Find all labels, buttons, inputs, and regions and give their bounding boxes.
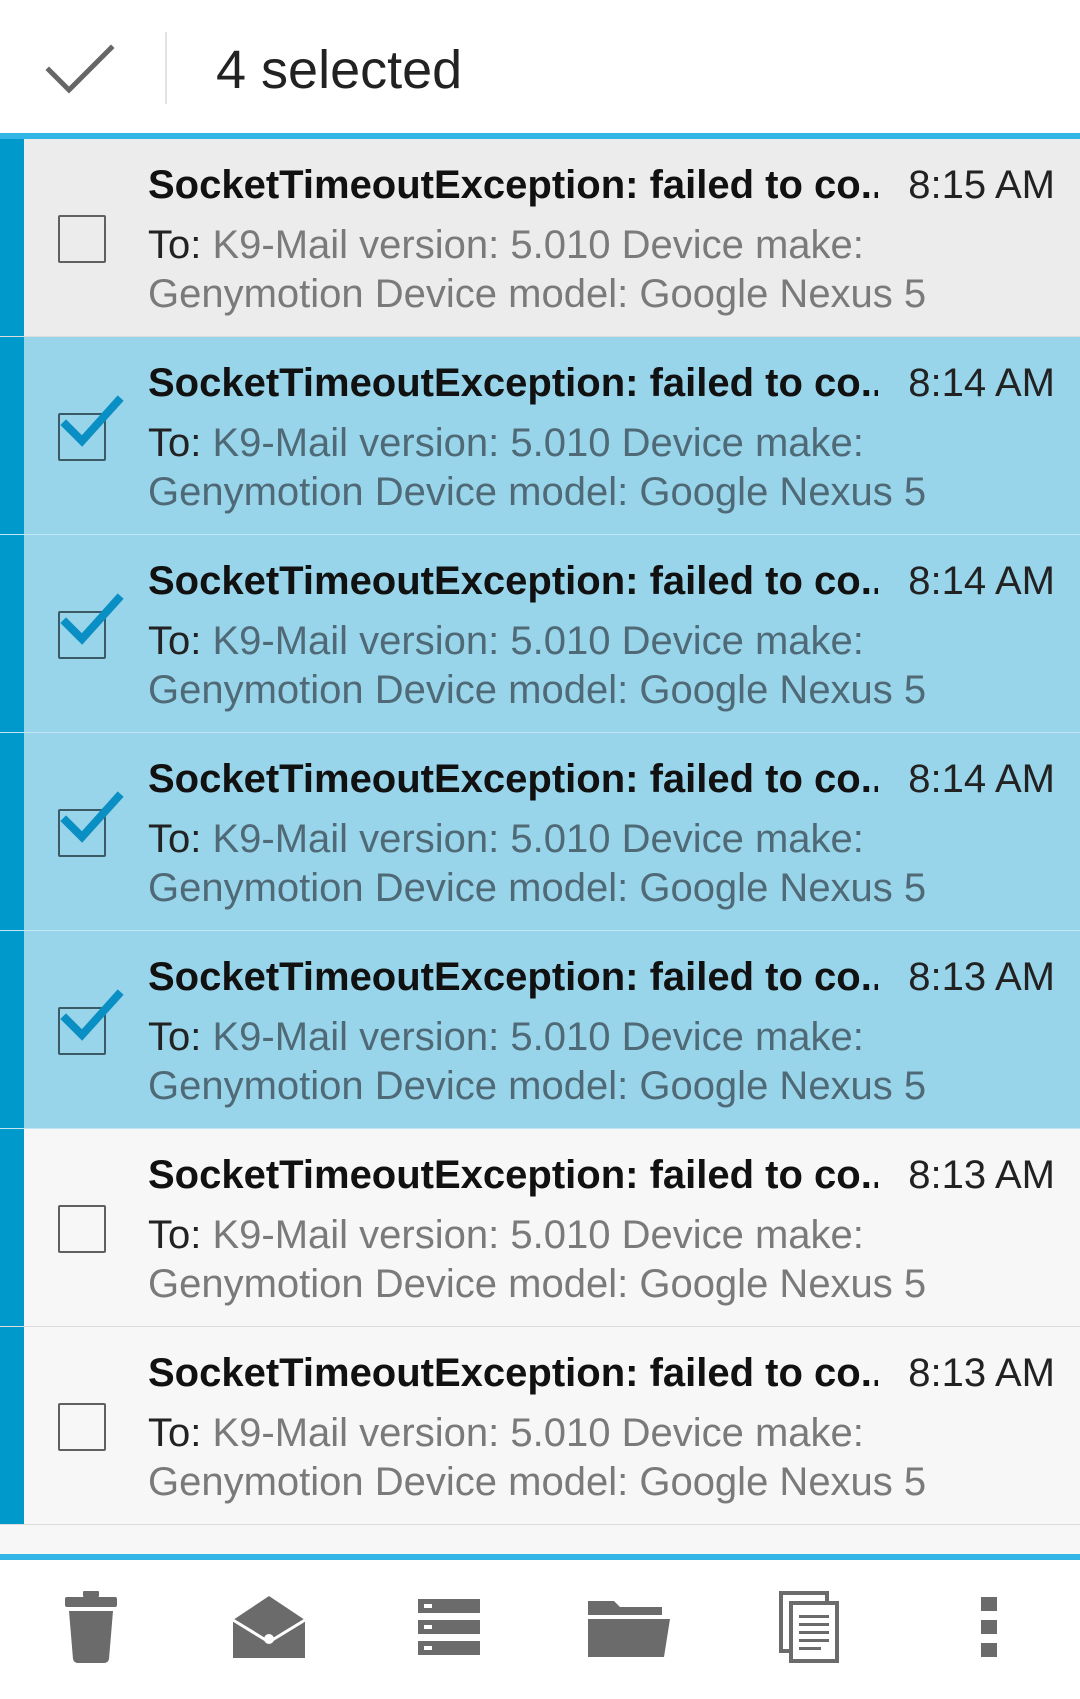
preview-line-1: To: K9-Mail version: 5.010 Device make: [148,617,968,666]
message-subject: SocketTimeoutException: failed to co.. [148,559,878,603]
selection-count-title: 4 selected [216,40,463,100]
select-checkbox[interactable] [58,989,124,1055]
recipient-label: To: [148,1213,202,1257]
message-list[interactable]: SocketTimeoutException: failed to co.. 8:… [0,139,1080,1557]
preview-text-1: K9-Mail version: 5.010 Device make: [212,1015,864,1059]
account-color-chip [0,1129,24,1326]
preview-line-2: Genymotion Device model: Google Nexus 5 [148,470,927,514]
preview-line-1: To: K9-Mail version: 5.010 Device make: [148,1013,968,1062]
message-row[interactable]: SocketTimeoutException: failed to co.. 8:… [0,931,1080,1129]
checkmark-done-icon [45,44,115,94]
copy-icon [779,1591,839,1663]
select-checkbox[interactable] [58,395,124,461]
message-list-screen: 4 selected SocketTimeoutException: faile… [0,0,1080,1699]
message-row[interactable]: SocketTimeoutException: failed to co.. 8:… [0,1327,1080,1525]
message-row[interactable]: SocketTimeoutException: failed to co.. 8:… [0,733,1080,931]
message-subject: SocketTimeoutException: failed to co.. [148,955,878,999]
message-row[interactable]: SocketTimeoutException: failed to co.. 8:… [0,1129,1080,1327]
select-checkbox[interactable] [58,791,124,857]
preview-text-1: K9-Mail version: 5.010 Device make: [212,223,864,267]
preview-line-1: To: K9-Mail version: 5.010 Device make: [148,419,968,468]
checkbox-box [58,1403,106,1451]
trash-icon [65,1591,117,1663]
message-row[interactable]: SocketTimeoutException: failed to co.. 8:… [0,337,1080,535]
message-preview: To: K9-Mail version: 5.010 Device make: G… [148,617,968,715]
checkmark-icon [60,395,124,447]
account-color-chip [0,931,24,1128]
message-time: 8:14 AM [908,757,1055,801]
move-to-folder-icon [588,1601,670,1657]
message-time: 8:13 AM [908,1351,1055,1395]
message-preview: To: K9-Mail version: 5.010 Device make: G… [148,1211,968,1309]
account-color-chip [0,733,24,930]
message-time: 8:13 AM [908,1153,1055,1197]
mark-read-envelope-icon [232,1596,306,1658]
preview-line-1: To: K9-Mail version: 5.010 Device make: [148,1211,968,1260]
preview-text-1: K9-Mail version: 5.010 Device make: [212,421,864,465]
message-preview: To: K9-Mail version: 5.010 Device make: G… [148,221,968,319]
message-subject: SocketTimeoutException: failed to co.. [148,757,878,801]
message-subject: SocketTimeoutException: failed to co.. [148,163,878,207]
checkmark-icon [60,989,124,1041]
preview-text-1: K9-Mail version: 5.010 Device make: [212,619,864,663]
overflow-menu-button[interactable] [934,1572,1044,1682]
preview-text-1: K9-Mail version: 5.010 Device make: [212,1213,864,1257]
message-preview: To: K9-Mail version: 5.010 Device make: G… [148,1013,968,1111]
recipient-label: To: [148,421,202,465]
recipient-label: To: [148,817,202,861]
preview-line-2: Genymotion Device model: Google Nexus 5 [148,668,927,712]
select-checkbox[interactable] [58,1205,106,1253]
preview-line-2: Genymotion Device model: Google Nexus 5 [148,1262,927,1306]
selection-action-bar: 4 selected [0,0,1080,139]
message-time: 8:14 AM [908,559,1055,603]
account-color-chip [0,139,24,336]
account-color-chip [0,1327,24,1524]
preview-line-2: Genymotion Device model: Google Nexus 5 [148,866,927,910]
message-subject: SocketTimeoutException: failed to co.. [148,361,878,405]
select-checkbox[interactable] [58,1403,106,1451]
message-time: 8:15 AM [908,163,1055,207]
message-row[interactable]: SocketTimeoutException: failed to co.. 8:… [0,139,1080,337]
message-preview: To: K9-Mail version: 5.010 Device make: G… [148,815,968,913]
move-button[interactable] [574,1572,684,1682]
preview-text-1: K9-Mail version: 5.010 Device make: [212,1411,864,1455]
message-time: 8:13 AM [908,955,1055,999]
account-color-chip [0,535,24,732]
copy-button[interactable] [754,1572,864,1682]
preview-line-1: To: K9-Mail version: 5.010 Device make: [148,815,968,864]
preview-line-2: Genymotion Device model: Google Nexus 5 [148,272,927,316]
action-bar-divider [165,32,167,104]
mark-as-read-button[interactable] [214,1572,324,1682]
delete-button[interactable] [36,1572,146,1682]
done-button[interactable] [36,30,124,110]
preview-text-1: K9-Mail version: 5.010 Device make: [212,817,864,861]
message-subject: SocketTimeoutException: failed to co.. [148,1351,878,1395]
checkmark-icon [60,791,124,843]
preview-line-1: To: K9-Mail version: 5.010 Device make: [148,221,968,270]
preview-line-1: To: K9-Mail version: 5.010 Device make: [148,1409,968,1458]
recipient-label: To: [148,1015,202,1059]
select-checkbox[interactable] [58,593,124,659]
preview-line-2: Genymotion Device model: Google Nexus 5 [148,1460,927,1504]
message-preview: To: K9-Mail version: 5.010 Device make: G… [148,1409,968,1507]
checkbox-box [58,215,106,263]
recipient-label: To: [148,1411,202,1455]
archive-button[interactable] [394,1572,504,1682]
message-time: 8:14 AM [908,361,1055,405]
recipient-label: To: [148,223,202,267]
account-color-chip [0,337,24,534]
recipient-label: To: [148,619,202,663]
message-row[interactable]: SocketTimeoutException: failed to co.. 8:… [0,535,1080,733]
bottom-action-bar [0,1560,1080,1699]
checkbox-box [58,1205,106,1253]
preview-line-2: Genymotion Device model: Google Nexus 5 [148,1064,927,1108]
message-preview: To: K9-Mail version: 5.010 Device make: G… [148,419,968,517]
overflow-menu-icon [981,1597,997,1657]
select-checkbox[interactable] [58,215,106,263]
message-subject: SocketTimeoutException: failed to co.. [148,1153,878,1197]
archive-stack-icon [418,1599,480,1655]
checkmark-icon [60,593,124,645]
